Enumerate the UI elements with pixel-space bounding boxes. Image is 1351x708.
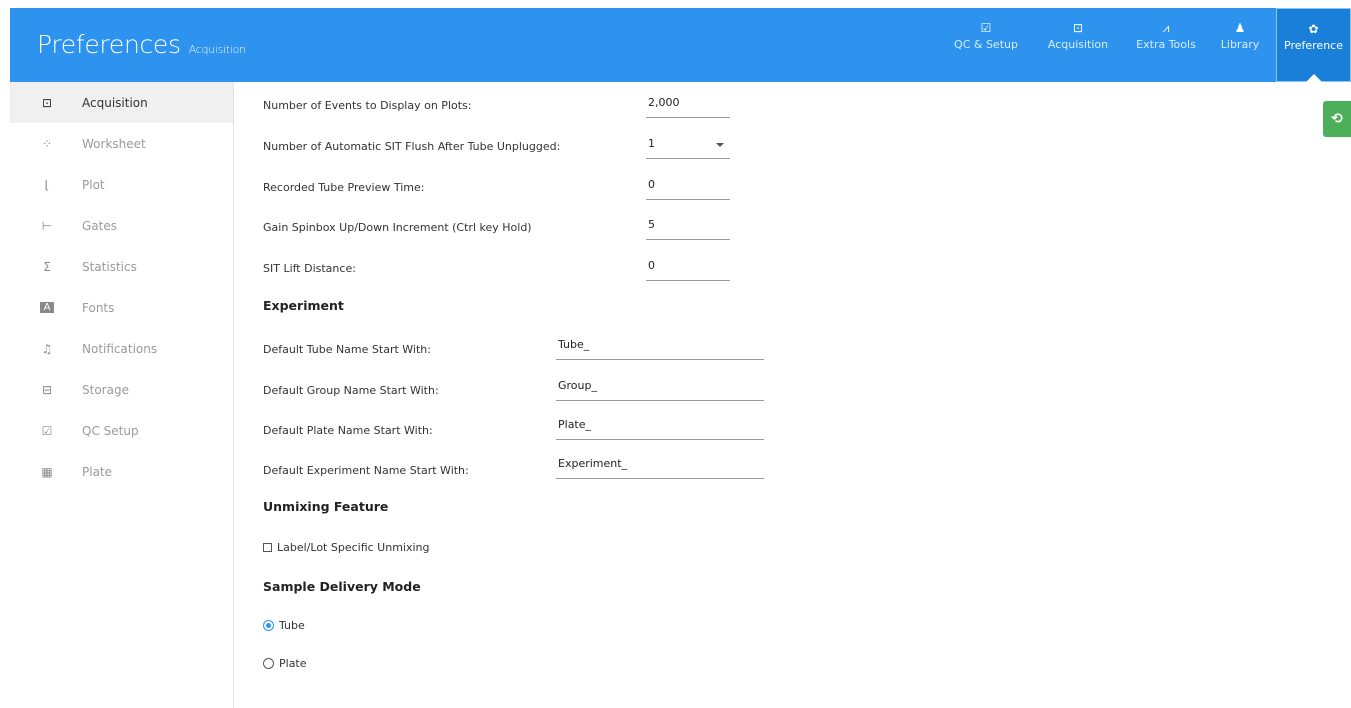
delivery-plate-label: Plate	[279, 657, 307, 670]
sidebar-item-fonts[interactable]: A Fonts	[10, 287, 233, 328]
sidebar-item-label: Plate	[82, 464, 113, 479]
nav-preference[interactable]: ✿ Preference	[1276, 8, 1351, 82]
sidebar-item-acquisition[interactable]: ⊡ Acquisition	[10, 82, 233, 123]
sidebar-item-plot[interactable]: ⌊ Plot	[10, 164, 233, 205]
group-name-label: Default Group Name Start With:	[263, 384, 439, 397]
nav-acquisition[interactable]: ⊡ Acquisition	[1036, 8, 1120, 82]
sidebar-item-notifications[interactable]: ♫ Notifications	[10, 328, 233, 369]
nav-preference-label: Preference	[1284, 39, 1343, 52]
acquisition-icon: ⊡	[41, 95, 53, 110]
storage-icon: ⊟	[41, 382, 53, 397]
reset-icon: ⟲	[1331, 111, 1343, 127]
experiment-name-field[interactable]: Experiment_	[556, 451, 764, 479]
sidebar-item-gates[interactable]: ⊢ Gates	[10, 205, 233, 246]
nav-library[interactable]: ♟ Library	[1212, 8, 1268, 82]
page-title: Preferences Acquisition	[37, 30, 246, 59]
reset-button[interactable]: ⟲	[1323, 101, 1351, 137]
gear-icon: ✿	[1308, 22, 1319, 36]
radio-selected[interactable]	[263, 620, 274, 631]
sidebar-item-plate[interactable]: ▦ Plate	[10, 451, 233, 492]
sidebar-item-label: QC Setup	[82, 423, 139, 438]
nav-qc-setup[interactable]: ☑ QC & Setup	[944, 8, 1028, 82]
sidebar-item-label: Worksheet	[82, 136, 146, 151]
worksheet-icon: ⁘	[41, 136, 53, 151]
library-icon: ♟	[1234, 21, 1246, 35]
bell-icon: ♫	[41, 341, 53, 356]
gain-field[interactable]: 5	[646, 212, 730, 240]
plate-grid-icon: ▦	[41, 464, 53, 479]
qc-setup-icon: ☑	[41, 423, 53, 438]
delivery-radio-tube[interactable]: Tube	[263, 619, 305, 632]
preview-field[interactable]: 0	[646, 172, 730, 200]
checkbox-box[interactable]	[263, 543, 272, 552]
nav-extra-tools[interactable]: ⩘ Extra Tools	[1128, 8, 1204, 82]
app-title-text: Preferences	[37, 30, 181, 59]
flush-value: 1	[648, 137, 655, 150]
unmixing-checkbox[interactable]: Label/Lot Specific Unmixing	[263, 541, 429, 554]
acquisition-icon: ⊡	[1072, 21, 1084, 35]
sidebar-item-label: Gates	[82, 218, 117, 233]
sidebar-item-label: Plot	[82, 177, 105, 192]
unmixing-checkbox-label: Label/Lot Specific Unmixing	[277, 541, 430, 554]
sidebar-item-statistics[interactable]: Σ Statistics	[10, 246, 233, 287]
sidebar-item-label: Storage	[82, 382, 129, 397]
page-subtitle: Acquisition	[188, 43, 246, 56]
extra-tools-icon: ⩘	[1162, 21, 1170, 35]
delivery-radio-plate[interactable]: Plate	[263, 657, 307, 670]
experiment-heading: Experiment	[263, 298, 344, 313]
sidebar-item-storage[interactable]: ⊟ Storage	[10, 369, 233, 410]
font-icon: A	[40, 302, 54, 313]
sit-field[interactable]: 0	[646, 253, 730, 281]
preview-label: Recorded Tube Preview Time:	[263, 181, 425, 194]
unmixing-heading: Unmixing Feature	[263, 499, 389, 514]
flush-label: Number of Automatic SIT Flush After Tube…	[263, 140, 561, 153]
sidebar-item-label: Notifications	[82, 341, 158, 356]
sidebar: ⊡ Acquisition ⁘ Worksheet ⌊ Plot ⊢ Gates…	[10, 82, 234, 708]
nav-acquisition-label: Acquisition	[1047, 38, 1109, 51]
tube-name-field[interactable]: Tube_	[556, 332, 764, 360]
experiment-name-label: Default Experiment Name Start With:	[263, 464, 469, 477]
sigma-icon: Σ	[43, 259, 51, 274]
sidebar-item-label: Acquisition	[82, 95, 148, 110]
delivery-tube-label: Tube	[279, 619, 305, 632]
plate-name-label: Default Plate Name Start With:	[263, 424, 433, 437]
flush-select[interactable]: 1	[646, 131, 730, 159]
events-label: Number of Events to Display on Plots:	[263, 99, 472, 112]
nav-extra-tools-label: Extra Tools	[1136, 38, 1196, 51]
sit-label: SIT Lift Distance:	[263, 262, 356, 275]
sidebar-item-worksheet[interactable]: ⁘ Worksheet	[10, 123, 233, 164]
active-tab-caret	[1305, 74, 1322, 82]
plot-icon: ⌊	[44, 177, 50, 192]
tube-name-label: Default Tube Name Start With:	[263, 343, 431, 356]
radio-unselected[interactable]	[263, 658, 274, 669]
events-field[interactable]: 2,000	[646, 90, 730, 118]
delivery-heading: Sample Delivery Mode	[263, 579, 421, 594]
top-bar: Preferences Acquisition ☑ QC & Setup ⊡ Ac…	[10, 8, 1351, 82]
gain-label: Gain Spinbox Up/Down Increment (Ctrl key…	[263, 221, 532, 234]
sidebar-item-label: Statistics	[82, 259, 137, 274]
sidebar-item-label: Fonts	[82, 300, 115, 315]
gates-icon: ⊢	[41, 218, 53, 233]
chevron-down-icon	[716, 143, 724, 147]
nav-library-label: Library	[1220, 38, 1260, 51]
plate-name-field[interactable]: Plate_	[556, 412, 764, 440]
nav-qc-setup-label: QC & Setup	[954, 38, 1018, 51]
sidebar-item-qc-setup[interactable]: ☑ QC Setup	[10, 410, 233, 451]
qc-setup-icon: ☑	[980, 21, 992, 35]
group-name-field[interactable]: Group_	[556, 373, 764, 401]
